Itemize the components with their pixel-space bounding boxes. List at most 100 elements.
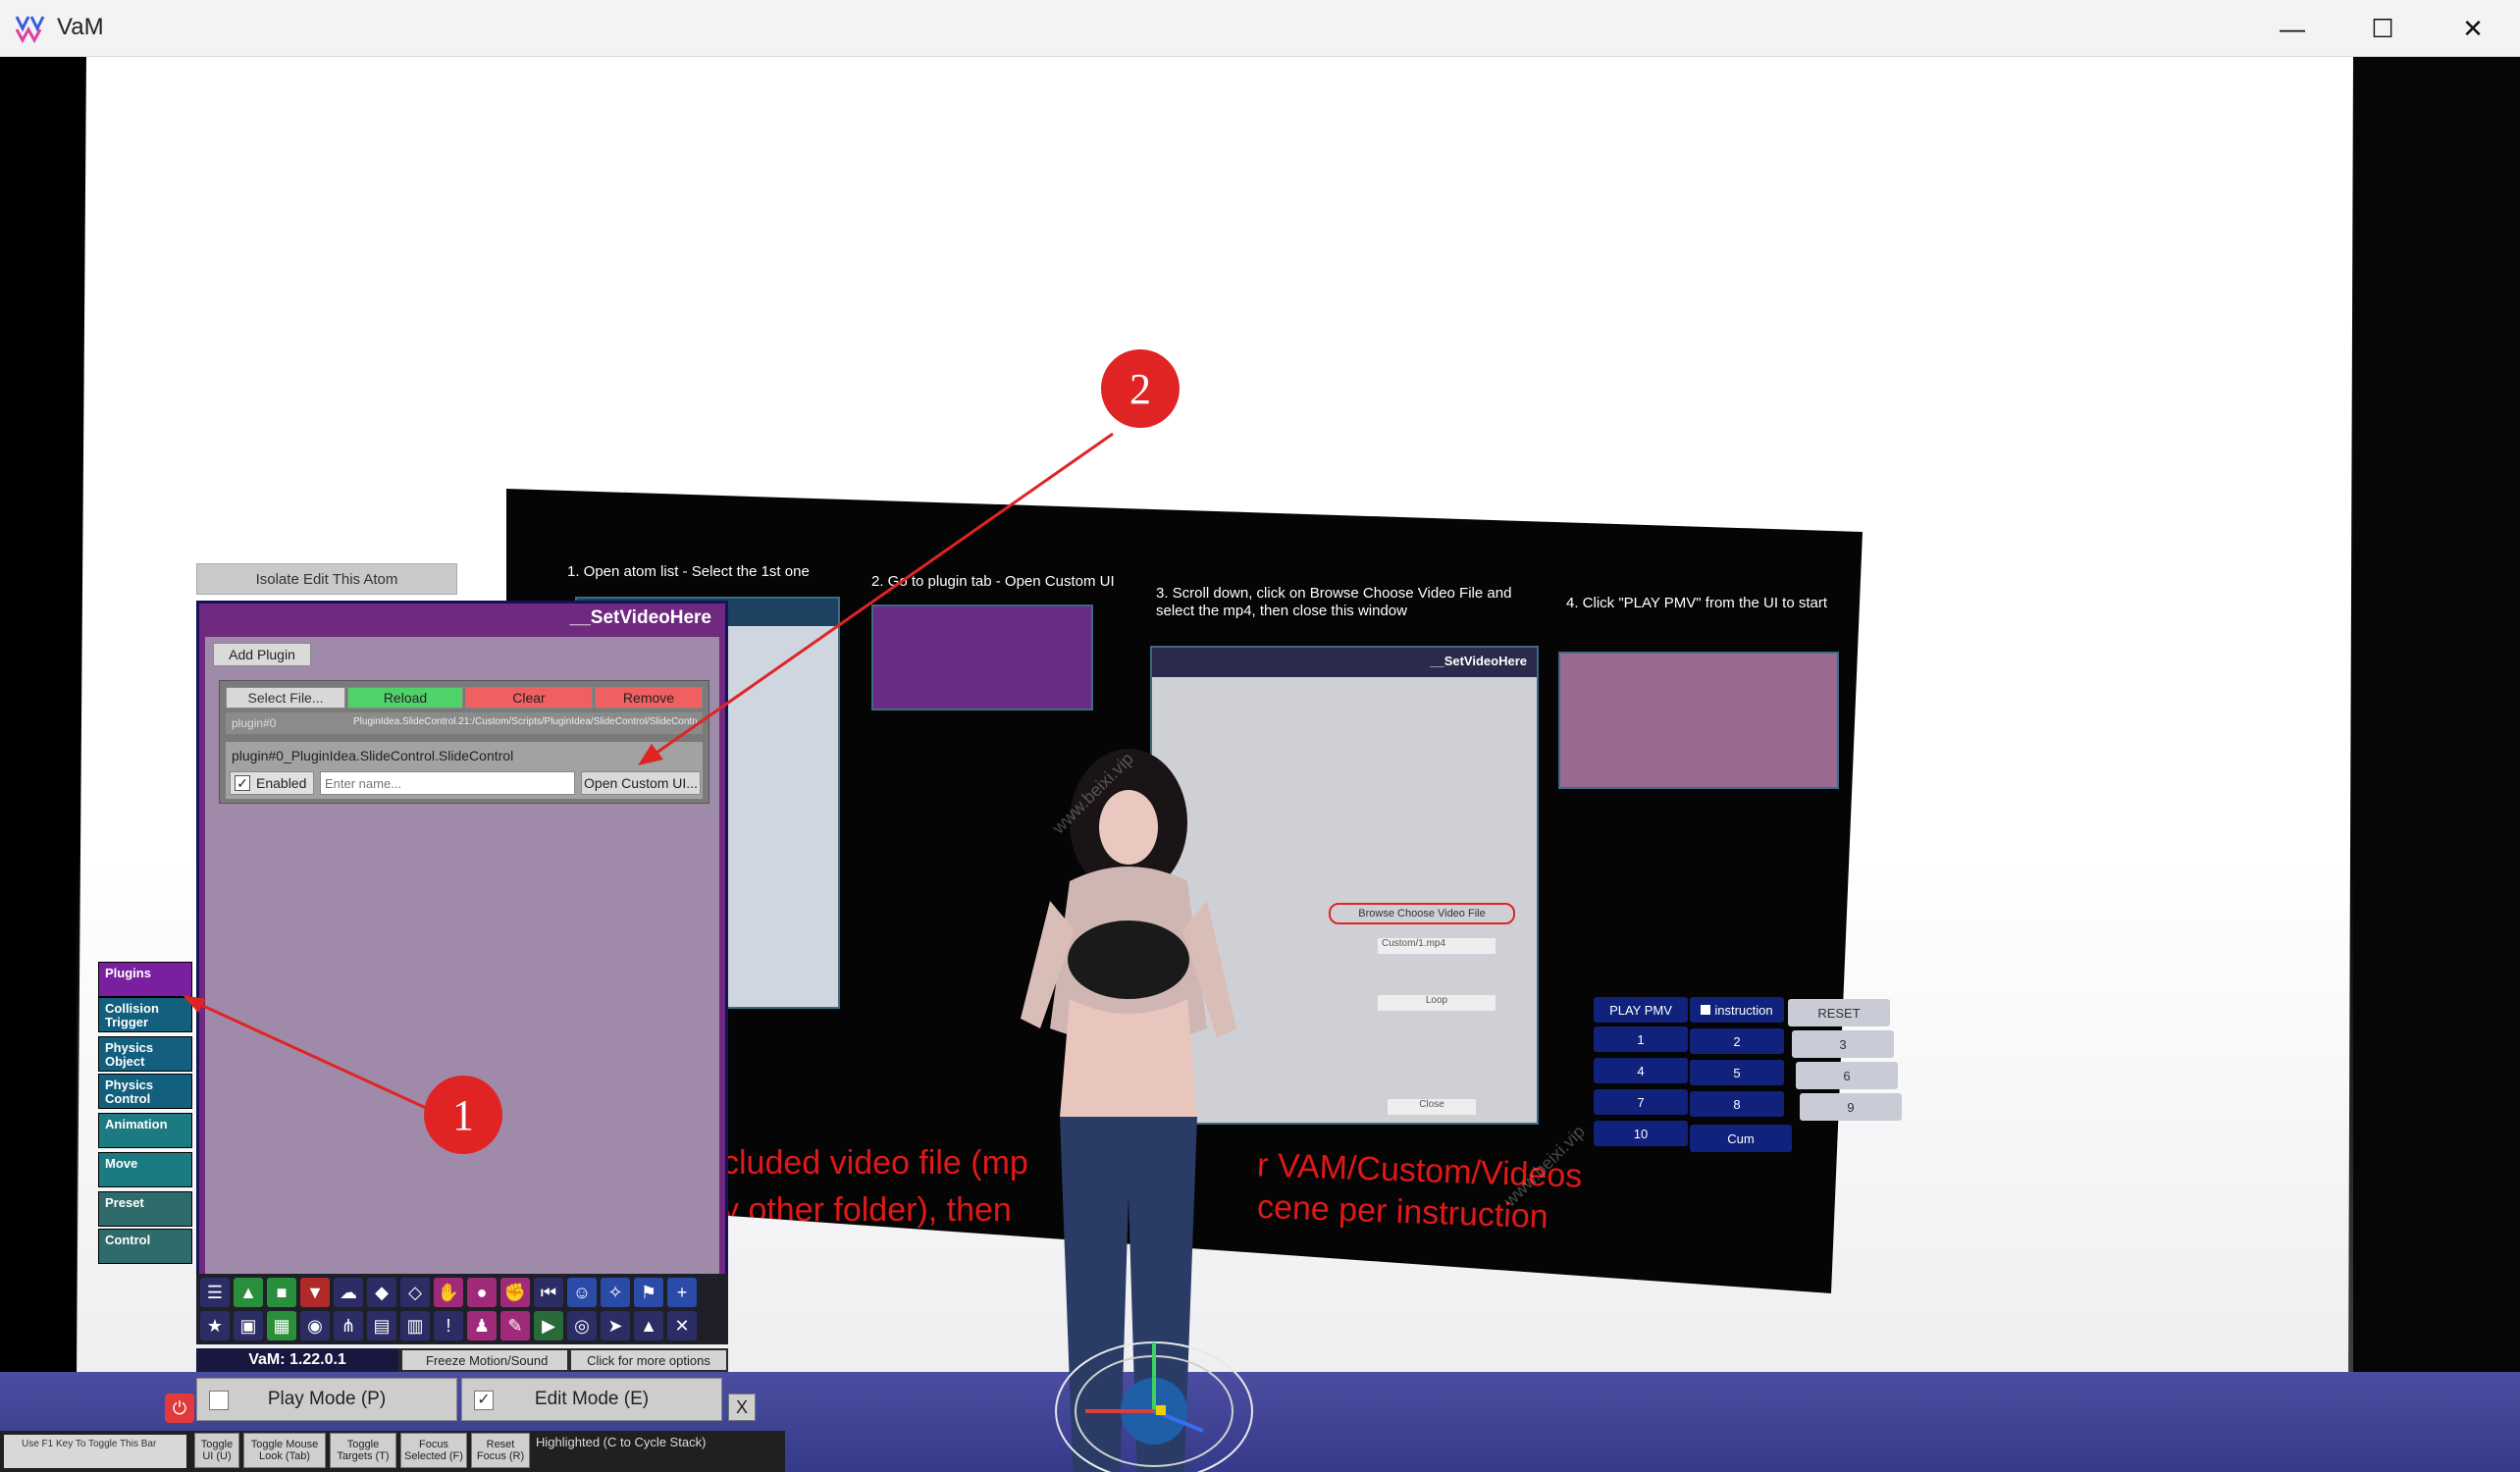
open-scene-icon[interactable]: ▲ <box>234 1278 263 1307</box>
landscape-icon[interactable]: ▲ <box>634 1311 663 1341</box>
document-icon[interactable]: ▥ <box>400 1311 430 1341</box>
maximize-button[interactable]: ☐ <box>2337 0 2428 57</box>
close-window-button[interactable]: ✕ <box>2428 0 2518 57</box>
tab-plugins[interactable]: Plugins <box>98 962 192 997</box>
window-title: VaM <box>57 14 104 40</box>
pmv-number-3[interactable]: 3 <box>1792 1030 1894 1058</box>
play-icon[interactable]: ▶ <box>534 1311 563 1341</box>
transform-gizmo-icon[interactable] <box>1046 1323 1262 1472</box>
person-select-icon[interactable]: ● <box>467 1278 497 1307</box>
tools-icon[interactable]: ✕ <box>667 1311 697 1341</box>
annotation-marker-1: 1 <box>424 1076 502 1154</box>
instruction-label: instruction <box>1714 1002 1773 1018</box>
share-icon[interactable]: ⋔ <box>334 1311 363 1341</box>
pmv-number-9[interactable]: 9 <box>1800 1093 1902 1121</box>
plugin-name-input[interactable] <box>320 771 575 795</box>
camera-icon[interactable]: ◉ <box>300 1311 330 1341</box>
edit-mode-label: Edit Mode (E) <box>534 1389 650 1409</box>
pmv-number-7[interactable]: 7 <box>1594 1089 1688 1115</box>
pmv-number-1[interactable]: 1 <box>1594 1026 1688 1052</box>
checkmark-icon: ✓ <box>235 775 250 791</box>
highlighted-info: Highlighted (C to Cycle Stack) <box>536 1435 707 1449</box>
person-icon[interactable]: ☺ <box>567 1278 597 1307</box>
focus-selected-hotkey[interactable]: Focus Selected (F) <box>400 1433 467 1468</box>
user-edit-icon[interactable]: ♟ <box>467 1311 497 1341</box>
pmv-number-8[interactable]: 8 <box>1690 1091 1784 1117</box>
plugin-id: plugin#0 <box>232 716 277 730</box>
tab-preset[interactable]: Preset <box>98 1191 192 1227</box>
package-icon[interactable]: ◇ <box>400 1278 430 1307</box>
image-icon[interactable]: ▦ <box>267 1311 296 1341</box>
close-menu-button[interactable]: X <box>728 1393 756 1421</box>
clear-button[interactable]: Clear <box>465 687 593 709</box>
cloud-icon[interactable]: ☁ <box>334 1278 363 1307</box>
grab-icon[interactable]: ✊ <box>500 1278 530 1307</box>
select-file-button[interactable]: Select File... <box>226 687 345 709</box>
plugin-panel-body: Add Plugin Select File... Reload Clear R… <box>205 637 719 1318</box>
play-mode-button[interactable]: Play Mode (P) <box>196 1378 457 1421</box>
status-row: VaM: 1.22.0.1 Freeze Motion/Sound Click … <box>196 1348 728 1372</box>
tab-move[interactable]: Move <box>98 1152 192 1187</box>
box-icon[interactable]: ▤ <box>367 1311 396 1341</box>
loop-label: Loop <box>1378 995 1496 1011</box>
window-titlebar: VaM — ☐ ✕ <box>0 0 2520 57</box>
plugin-full-name: plugin#0_PluginIdea.SlideControl.SlideCo… <box>232 748 514 763</box>
instruction-toggle[interactable]: instruction <box>1690 997 1784 1023</box>
alert-icon[interactable]: ! <box>434 1311 463 1341</box>
panel-title: __SetVideoHere <box>569 607 711 628</box>
add-icon[interactable]: + <box>667 1278 697 1307</box>
power-icon[interactable]: ⏻ <box>165 1393 194 1423</box>
step-4-text: 4. Click "PLAY PMV" from the UI to start <box>1566 595 1828 611</box>
tab-physics-control[interactable]: Physics Control <box>98 1074 192 1109</box>
add-plugin-button[interactable]: Add Plugin <box>213 643 311 666</box>
minimize-button[interactable]: — <box>2247 0 2337 57</box>
step-1-text: 1. Open atom list - Select the 1st one <box>567 563 810 580</box>
play-pmv-button[interactable]: PLAY PMV <box>1594 997 1688 1023</box>
main-toolbar: ☰ ▲ ■ ▼ ☁ ◆ ◇ ✋ ● ✊ ⏮ ☺ ✧ ⚑ + ★ ▣ ▦ ◉ ⋔ … <box>196 1274 728 1344</box>
remove-button[interactable]: Remove <box>595 687 703 709</box>
menu-icon[interactable]: ☰ <box>200 1278 230 1307</box>
video-path-text: Custom/1.mp4 <box>1378 938 1496 954</box>
tab-physics-object[interactable]: Physics Object <box>98 1036 192 1072</box>
cube-icon[interactable]: ◆ <box>367 1278 396 1307</box>
edit-mode-button[interactable]: ✓ Edit Mode (E) <box>461 1378 722 1421</box>
save-icon[interactable]: ▼ <box>300 1278 330 1307</box>
version-label: VaM: 1.22.0.1 <box>196 1348 398 1372</box>
pmv-number-2[interactable]: 2 <box>1690 1028 1784 1054</box>
open-folder-icon[interactable]: ▣ <box>234 1311 263 1341</box>
star-icon[interactable]: ★ <box>200 1311 230 1341</box>
hand-icon[interactable]: ✋ <box>434 1278 463 1307</box>
tab-collision-trigger[interactable]: Collision Trigger <box>98 997 192 1032</box>
toggle-targets-hotkey[interactable]: Toggle Targets (T) <box>330 1433 396 1468</box>
scene-viewport[interactable]: 1. Open atom list - Select the 1st one 2… <box>0 57 2520 1472</box>
atom-icon[interactable]: ✧ <box>601 1278 630 1307</box>
enabled-checkbox[interactable]: ✓ Enabled <box>230 771 314 795</box>
tab-control[interactable]: Control <box>98 1229 192 1264</box>
folder-icon[interactable]: ■ <box>267 1278 296 1307</box>
toggle-ui-hotkey[interactable]: Toggle UI (U) <box>194 1433 239 1468</box>
isolate-edit-atom-button[interactable]: Isolate Edit This Atom <box>196 563 457 595</box>
plugin-panel: __SetVideoHere Add Plugin Select File...… <box>196 601 728 1325</box>
toggle-mouse-look-hotkey[interactable]: Toggle Mouse Look (Tab) <box>243 1433 326 1468</box>
target-icon[interactable]: ◎ <box>567 1311 597 1341</box>
cum-button[interactable]: Cum <box>1690 1125 1792 1152</box>
pmv-number-10[interactable]: 10 <box>1594 1121 1688 1146</box>
pmv-number-4[interactable]: 4 <box>1594 1058 1688 1083</box>
more-options-button[interactable]: Click for more options <box>571 1350 726 1370</box>
reset-button[interactable]: RESET <box>1788 999 1890 1026</box>
tab-animation[interactable]: Animation <box>98 1113 192 1148</box>
play-mode-checkbox <box>209 1391 229 1410</box>
rewind-icon[interactable]: ⏮ <box>534 1278 563 1307</box>
reload-button[interactable]: Reload <box>347 687 463 709</box>
pmv-number-5[interactable]: 5 <box>1690 1060 1784 1085</box>
freeze-motion-toggle[interactable]: Freeze Motion/Sound <box>402 1350 567 1370</box>
play-mode-label: Play Mode (P) <box>267 1389 387 1409</box>
pmv-number-6[interactable]: 6 <box>1796 1062 1898 1089</box>
open-custom-ui-button[interactable]: Open Custom UI... <box>581 771 701 795</box>
scene-background-left <box>0 57 84 1472</box>
reset-focus-hotkey[interactable]: Reset Focus (R) <box>471 1433 530 1468</box>
wand-icon[interactable]: ✎ <box>500 1311 530 1341</box>
cursor-icon[interactable]: ➤ <box>601 1311 630 1341</box>
enabled-label: Enabled <box>256 775 307 791</box>
flag-icon[interactable]: ⚑ <box>634 1278 663 1307</box>
